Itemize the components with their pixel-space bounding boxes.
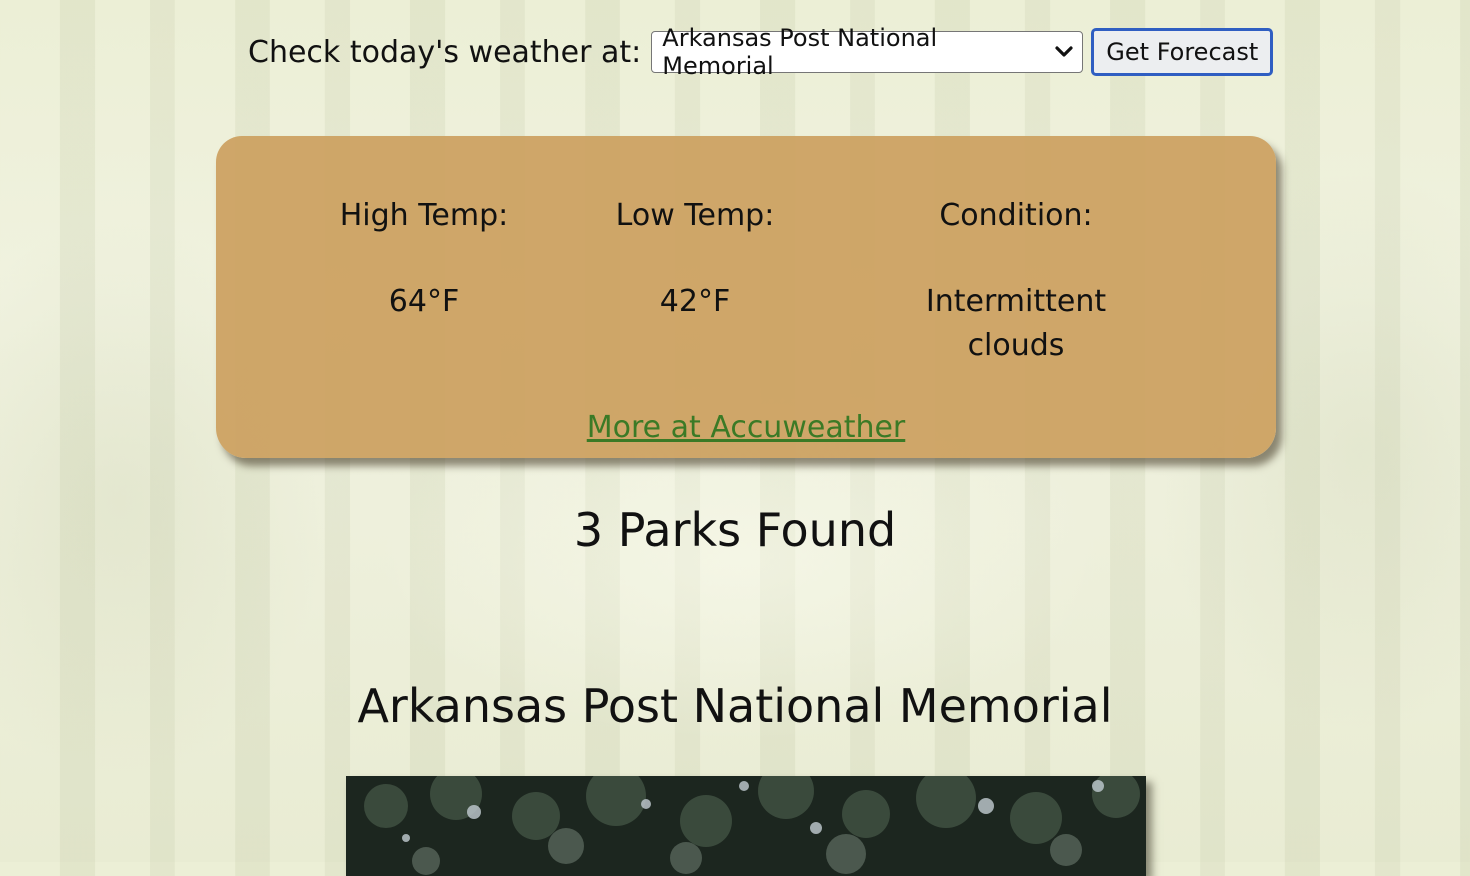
park-photo[interactable] <box>346 776 1146 876</box>
low-temp-value: 42°F <box>659 284 731 319</box>
condition-label: Condition: <box>939 198 1093 233</box>
condition-value: Intermittent clouds <box>896 280 1136 368</box>
low-temp-label: Low Temp: <box>615 198 775 233</box>
low-temp-column: Low Temp: 42°F <box>595 194 795 324</box>
chevron-down-icon <box>1054 42 1074 62</box>
weather-card: High Temp: 64°F Low Temp: 42°F Condition… <box>216 136 1276 458</box>
weather-form-label: Check today's weather at: <box>248 34 642 70</box>
condition-column: Condition: Intermittent clouds <box>896 194 1136 368</box>
high-temp-column: High Temp: 64°F <box>324 194 524 324</box>
get-forecast-button[interactable]: Get Forecast <box>1091 28 1274 76</box>
park-select-value: Arkansas Post National Memorial <box>662 24 938 80</box>
accuweather-link[interactable]: More at Accuweather <box>216 410 1276 445</box>
park-photo-image <box>346 776 1146 876</box>
condition-value-line1: Intermittent <box>925 284 1107 319</box>
high-temp-label: High Temp: <box>339 198 509 233</box>
park-select[interactable]: Arkansas Post National Memorial <box>651 24 1084 80</box>
park-name-heading: Arkansas Post National Memorial <box>357 679 1113 733</box>
high-temp-value: 64°F <box>388 284 460 319</box>
weather-form: Check today's weather at: Arkansas Post … <box>248 24 1274 80</box>
results-count-heading: 3 Parks Found <box>573 503 897 557</box>
condition-value-line2: clouds <box>967 328 1065 363</box>
